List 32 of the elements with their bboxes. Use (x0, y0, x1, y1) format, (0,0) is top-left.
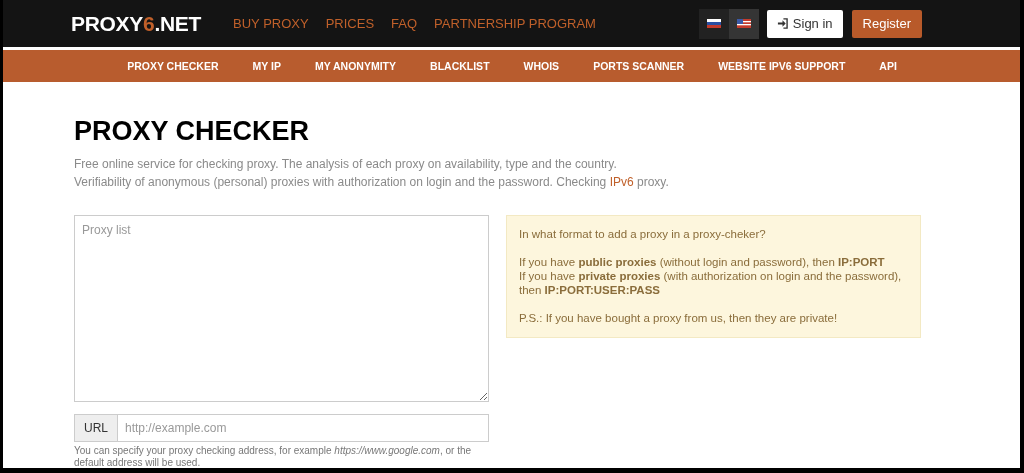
nav-link[interactable]: BLACKLIST (413, 60, 507, 72)
menu-link[interactable]: FAQ (391, 16, 418, 31)
nav-link[interactable]: WHOIS (506, 60, 577, 72)
info-text: If you have private proxies (with authorization on login and the password), then IP:PORT:USER:PASS (519, 269, 903, 297)
menu-link[interactable]: BUY PROXY (233, 16, 309, 31)
intro-text: Free online service for checking proxy. The analysis of each proxy on availability, type and the country. (74, 156, 618, 173)
url-field[interactable]: http://example.com (118, 414, 489, 442)
nav-link[interactable]: WEBSITE IPV6 SUPPORT (701, 60, 863, 72)
nav-link[interactable]: PROXY CHECKER (110, 60, 236, 72)
url-help-text: You can specify your proxy checking address, for example https://www.google.com, or the default address will be used. (74, 445, 473, 468)
page-title: PROXY CHECKER (74, 116, 311, 147)
logo[interactable]: PROXY6.NET (71, 11, 202, 36)
sign-in-button[interactable]: Sign in (766, 9, 843, 38)
sign-in-icon (776, 18, 788, 29)
intro-text: Verifiability of anonymous (personal) proxies with authorization on login and the password. Checking IPv6 proxy. (74, 174, 670, 191)
info-text: In what format to add a proxy in a proxy-cheker? (519, 227, 767, 241)
language-button[interactable] (698, 8, 729, 39)
info-text: P.S.: If you have bought a proxy from us, then they are private! (519, 311, 839, 325)
flag-icon (706, 19, 721, 28)
menu-link[interactable]: PARTNERSHIP PROGRAM (434, 16, 596, 31)
info-text: If you have public proxies (without login and password), then IP:PORT (519, 255, 886, 269)
proxy-list-field[interactable]: Proxy list (74, 215, 489, 402)
menu-link[interactable]: PRICES (325, 16, 375, 31)
language-button[interactable] (728, 8, 759, 39)
nav-link[interactable]: PORTS SCANNER (576, 60, 702, 72)
nav-link[interactable]: API (862, 60, 914, 72)
ipv6-link[interactable]: IPv6 (609, 175, 634, 189)
url-label: URL (74, 414, 118, 442)
flag-icon (736, 19, 751, 28)
nav-link[interactable]: MY ANONYMITY (297, 60, 414, 72)
nav-link[interactable]: MY IP (235, 60, 298, 72)
register-button[interactable]: Register (851, 9, 922, 38)
